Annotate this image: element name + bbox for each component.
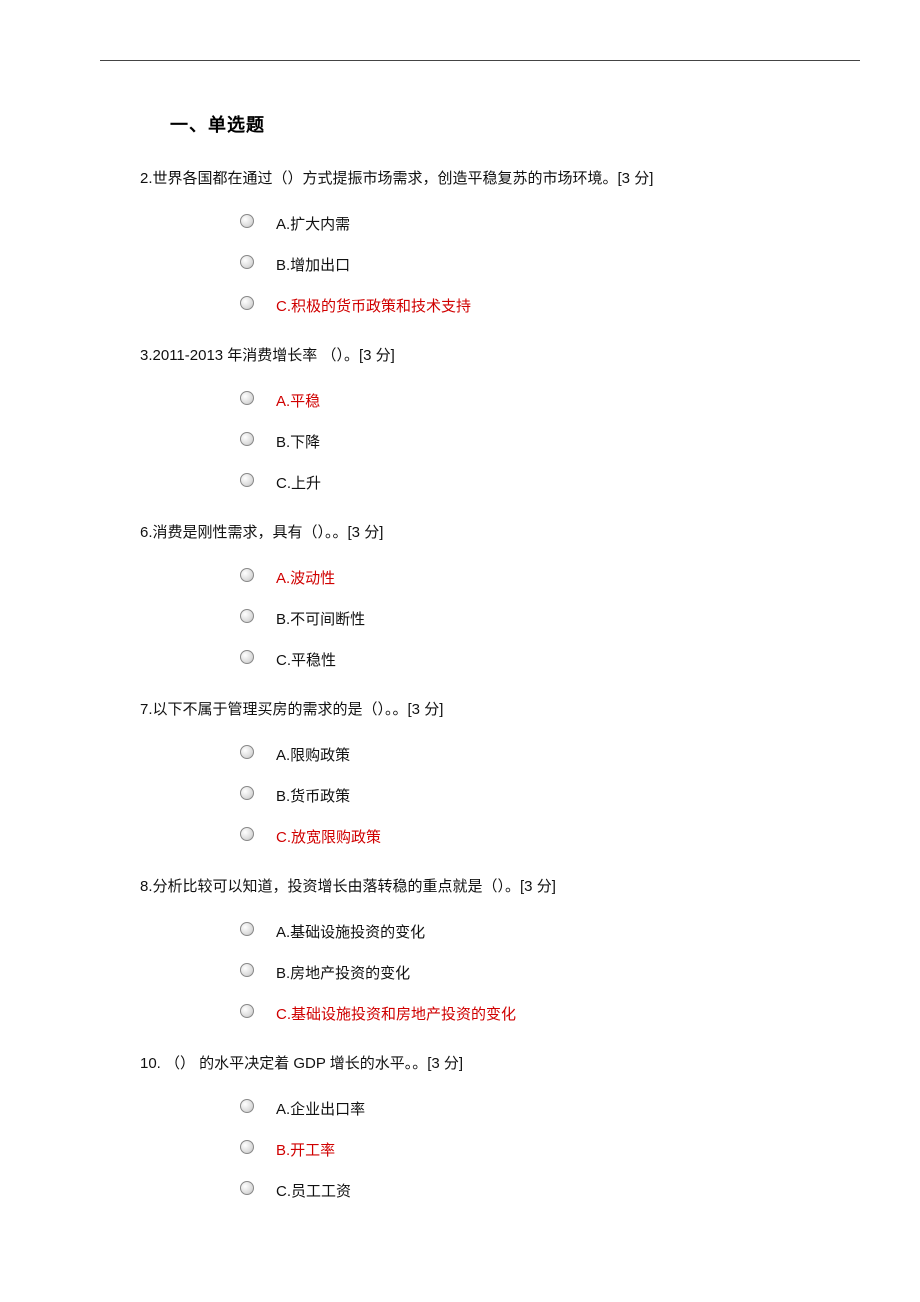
radio-icon[interactable] bbox=[240, 255, 254, 269]
option-label: A.平稳 bbox=[276, 390, 320, 411]
option-label: B.不可间断性 bbox=[276, 608, 365, 629]
question-7: 7.以下不属于管理买房的需求的是（）。。[3 分] A.限购政策 B.货币政策 C.放… bbox=[100, 698, 820, 857]
section-title: 一、单选题 bbox=[170, 111, 820, 137]
question-text: 6.消费是刚性需求，具有（）。。[3 分] bbox=[140, 521, 820, 545]
questions-container: 2.世界各国都在通过（）方式提振市场需求，创造平稳复苏的市场环境。[3 分] A.… bbox=[100, 167, 820, 1211]
option-row: C.上升 bbox=[240, 462, 820, 503]
radio-icon[interactable] bbox=[240, 1140, 254, 1154]
option-row: A.企业出口率 bbox=[240, 1088, 820, 1129]
option-label: B.货币政策 bbox=[276, 785, 350, 806]
question-text: 2.世界各国都在通过（）方式提振市场需求，创造平稳复苏的市场环境。[3 分] bbox=[140, 167, 820, 191]
option-label: C.员工工资 bbox=[276, 1180, 351, 1201]
option-label: A.限购政策 bbox=[276, 744, 350, 765]
option-row: A.限购政策 bbox=[240, 734, 820, 775]
radio-icon[interactable] bbox=[240, 1181, 254, 1195]
option-label: B.房地产投资的变化 bbox=[276, 962, 410, 983]
radio-icon[interactable] bbox=[240, 432, 254, 446]
option-label: A.企业出口率 bbox=[276, 1098, 365, 1119]
radio-icon[interactable] bbox=[240, 391, 254, 405]
option-row: A.扩大内需 bbox=[240, 203, 820, 244]
question-text: 8.分析比较可以知道，投资增长由落转稳的重点就是（）。[3 分] bbox=[140, 875, 820, 899]
option-row: C.员工工资 bbox=[240, 1170, 820, 1211]
option-label: A.基础设施投资的变化 bbox=[276, 921, 425, 942]
option-label: C.放宽限购政策 bbox=[276, 826, 381, 847]
question-8: 8.分析比较可以知道，投资增长由落转稳的重点就是（）。[3 分] A.基础设施投资… bbox=[100, 875, 820, 1034]
radio-icon[interactable] bbox=[240, 963, 254, 977]
radio-icon[interactable] bbox=[240, 786, 254, 800]
radio-icon[interactable] bbox=[240, 1004, 254, 1018]
question-2: 2.世界各国都在通过（）方式提振市场需求，创造平稳复苏的市场环境。[3 分] A.… bbox=[100, 167, 820, 326]
option-label: A.波动性 bbox=[276, 567, 335, 588]
option-row: C.基础设施投资和房地产投资的变化 bbox=[240, 993, 820, 1034]
question-3: 3.2011-2013 年消费增长率 （）。[3 分] A.平稳 B.下降 C.上升 bbox=[100, 344, 820, 503]
option-row: A.波动性 bbox=[240, 557, 820, 598]
radio-icon[interactable] bbox=[240, 473, 254, 487]
radio-icon[interactable] bbox=[240, 1099, 254, 1113]
option-label: B.增加出口 bbox=[276, 254, 350, 275]
option-row: B.下降 bbox=[240, 421, 820, 462]
radio-icon[interactable] bbox=[240, 568, 254, 582]
option-row: B.不可间断性 bbox=[240, 598, 820, 639]
option-row: B.开工率 bbox=[240, 1129, 820, 1170]
question-text: 7.以下不属于管理买房的需求的是（）。。[3 分] bbox=[140, 698, 820, 722]
question-10: 10. （） 的水平决定着 GDP 增长的水平。。[3 分] A.企业出口率 B.开… bbox=[100, 1052, 820, 1211]
radio-icon[interactable] bbox=[240, 214, 254, 228]
option-row: B.增加出口 bbox=[240, 244, 820, 285]
option-row: B.货币政策 bbox=[240, 775, 820, 816]
radio-icon[interactable] bbox=[240, 650, 254, 664]
option-label: A.扩大内需 bbox=[276, 213, 350, 234]
top-horizontal-rule bbox=[100, 60, 860, 61]
radio-icon[interactable] bbox=[240, 745, 254, 759]
option-row: C.积极的货币政策和技术支持 bbox=[240, 285, 820, 326]
option-label: C.基础设施投资和房地产投资的变化 bbox=[276, 1003, 516, 1024]
option-row: A.基础设施投资的变化 bbox=[240, 911, 820, 952]
option-label: C.上升 bbox=[276, 472, 321, 493]
radio-icon[interactable] bbox=[240, 296, 254, 310]
option-label: B.开工率 bbox=[276, 1139, 335, 1160]
question-text: 10. （） 的水平决定着 GDP 增长的水平。。[3 分] bbox=[140, 1052, 820, 1076]
question-6: 6.消费是刚性需求，具有（）。。[3 分] A.波动性 B.不可间断性 C.平稳性 bbox=[100, 521, 820, 680]
option-row: B.房地产投资的变化 bbox=[240, 952, 820, 993]
option-label: C.积极的货币政策和技术支持 bbox=[276, 295, 471, 316]
question-text: 3.2011-2013 年消费增长率 （）。[3 分] bbox=[140, 344, 820, 368]
option-row: A.平稳 bbox=[240, 380, 820, 421]
radio-icon[interactable] bbox=[240, 609, 254, 623]
option-label: B.下降 bbox=[276, 431, 320, 452]
document-page: 一、单选题 2.世界各国都在通过（）方式提振市场需求，创造平稳复苏的市场环境。[… bbox=[0, 0, 920, 1281]
option-label: C.平稳性 bbox=[276, 649, 336, 670]
option-row: C.平稳性 bbox=[240, 639, 820, 680]
radio-icon[interactable] bbox=[240, 922, 254, 936]
option-row: C.放宽限购政策 bbox=[240, 816, 820, 857]
radio-icon[interactable] bbox=[240, 827, 254, 841]
